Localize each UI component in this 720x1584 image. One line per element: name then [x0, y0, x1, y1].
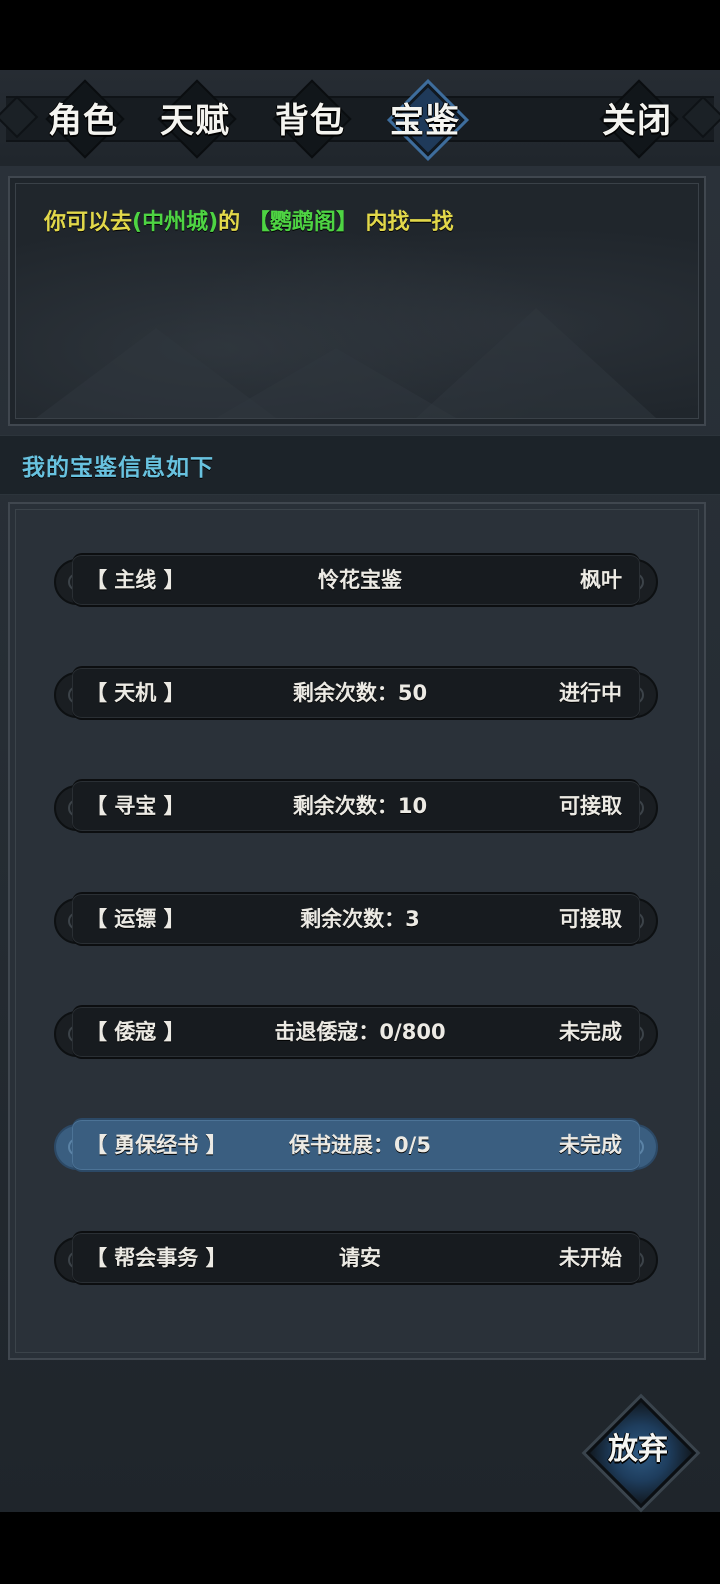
entry-row-xunbao[interactable]: 【 寻宝 】 剩余次数：10 可接取 [50, 775, 662, 837]
tab-label: 背包 [275, 100, 345, 141]
give-up-button[interactable]: 放弃 [585, 1397, 697, 1509]
hint-part3: 内找一找 [365, 210, 454, 235]
give-up-label: 放弃 [608, 1432, 668, 1467]
entry-info: 击退倭寇：0/800 [274, 1020, 446, 1044]
entry-category: 【 倭寇 】 [86, 1020, 185, 1044]
entry-info: 剩余次数：50 [292, 681, 428, 705]
entry-category: 【 天机 】 [86, 681, 185, 705]
entry-row-mainline[interactable]: 【 主线 】 怜花宝鉴 枫叶 [50, 549, 662, 611]
entry-category: 【 帮会事务 】 [86, 1246, 227, 1270]
entry-info: 剩余次数：10 [292, 794, 428, 818]
tab-backpack[interactable]: 背包 [255, 79, 365, 159]
top-nav: 角色 天赋 背包 宝鉴 关闭 [0, 70, 720, 166]
entry-info: 保书进展：0/5 [289, 1133, 431, 1157]
entry-category: 【 勇保经书 】 [86, 1133, 227, 1157]
close-button[interactable]: 关闭 [582, 79, 692, 159]
section-header: 我的宝鉴信息如下 [0, 435, 720, 495]
entry-status: 可接取 [559, 907, 622, 931]
tab-label: 宝鉴 [390, 100, 460, 141]
entry-category: 【 运镖 】 [86, 907, 185, 931]
entry-row-yunbiao[interactable]: 【 运镖 】 剩余次数：3 可接取 [50, 888, 662, 950]
hint-city[interactable]: (中州城) [132, 210, 218, 235]
tab-label: 天赋 [160, 100, 230, 141]
close-label: 关闭 [602, 100, 672, 141]
tab-label: 角色 [48, 100, 118, 141]
tab-talent[interactable]: 天赋 [140, 79, 250, 159]
entry-status: 进行中 [559, 681, 622, 705]
entry-row-tianji[interactable]: 【 天机 】 剩余次数：50 进行中 [50, 662, 662, 724]
entry-status: 枫叶 [580, 568, 622, 592]
tab-treasure[interactable]: 宝鉴 [370, 78, 480, 162]
hint-place[interactable]: 【鹦鹉阁】 [248, 210, 358, 235]
entry-status: 未开始 [559, 1246, 622, 1270]
entry-info: 请安 [339, 1246, 381, 1270]
entry-category: 【 寻宝 】 [86, 794, 185, 818]
entry-info: 怜花宝鉴 [318, 568, 402, 592]
entry-info: 剩余次数：3 [300, 907, 420, 931]
hint-text: 你可以去(中州城)的 【鹦鹉阁】 内找一找 [44, 204, 454, 236]
mountain-bg [416, 308, 656, 418]
entry-row-wokou[interactable]: 【 倭寇 】 击退倭寇：0/800 未完成 [50, 1001, 662, 1063]
entry-status: 未完成 [559, 1020, 622, 1044]
treasure-list-panel: 【 主线 】 怜花宝鉴 枫叶 【 天机 】 剩余次数：50 进行中 【 寻宝 】… [8, 502, 706, 1360]
section-title: 我的宝鉴信息如下 [22, 455, 214, 481]
tab-character[interactable]: 角色 [28, 79, 138, 159]
entry-status: 可接取 [559, 794, 622, 818]
entry-status: 未完成 [559, 1133, 622, 1157]
entry-category: 【 主线 】 [86, 568, 185, 592]
hint-panel: 你可以去(中州城)的 【鹦鹉阁】 内找一找 [8, 176, 706, 426]
screen: 角色 天赋 背包 宝鉴 关闭 你可以去(中州城)的 【鹦鹉阁】 内找一找 我的宝… [0, 0, 720, 1584]
game-view: 角色 天赋 背包 宝鉴 关闭 你可以去(中州城)的 【鹦鹉阁】 内找一找 我的宝… [0, 70, 720, 1512]
entry-row-guild[interactable]: 【 帮会事务 】 请安 未开始 [50, 1227, 662, 1289]
hint-part1: 你可以去 [44, 210, 133, 235]
entry-row-baoshu[interactable]: 【 勇保经书 】 保书进展：0/5 未完成 [50, 1114, 662, 1176]
hint-part2: 的 [218, 210, 241, 235]
